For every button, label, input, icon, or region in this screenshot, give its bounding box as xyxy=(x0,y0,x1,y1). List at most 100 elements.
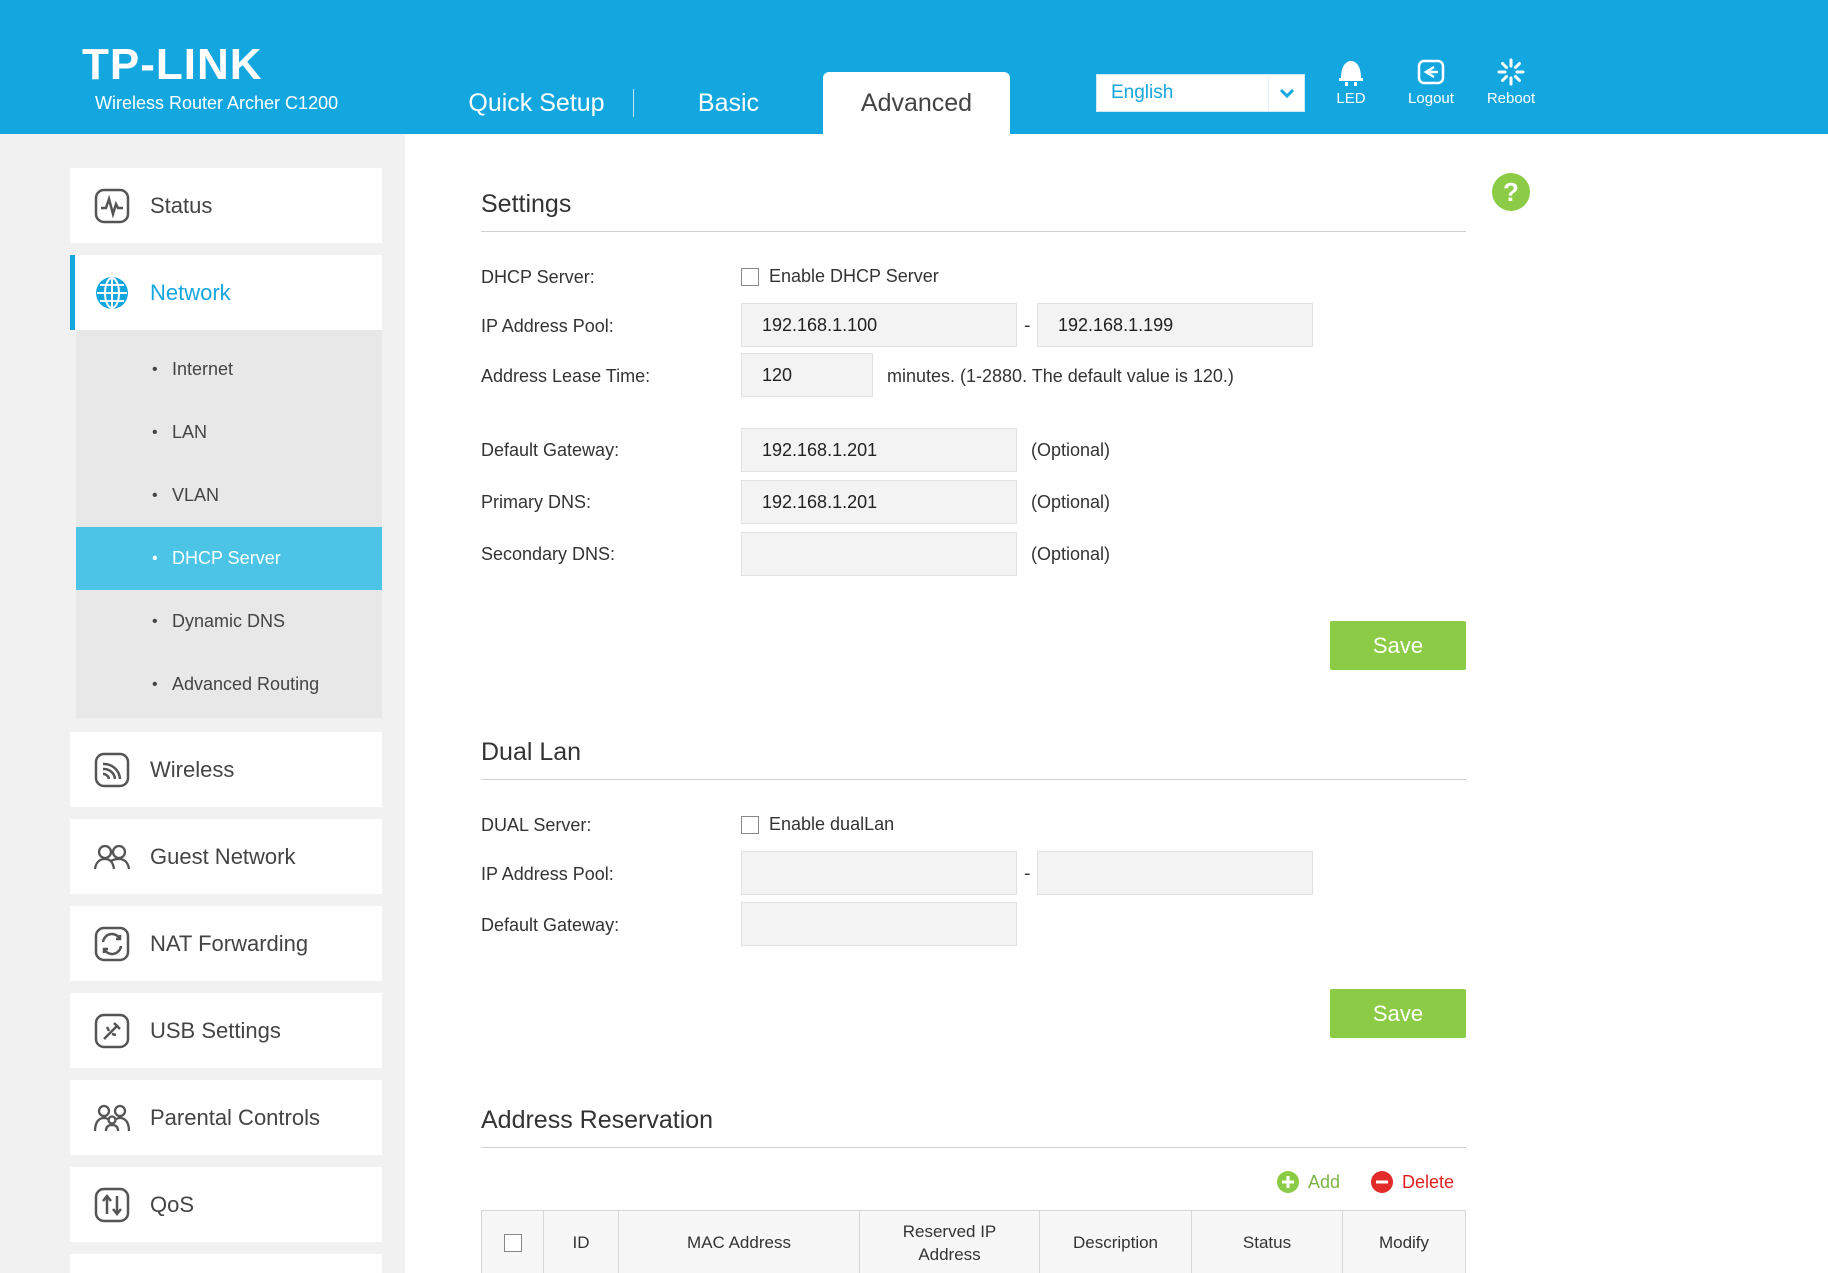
logout-label: Logout xyxy=(1408,90,1454,107)
dual-server-label: DUAL Server: xyxy=(481,815,592,835)
checkbox-box[interactable] xyxy=(741,815,759,834)
submenu-dhcp-server[interactable]: DHCP Server xyxy=(76,527,382,590)
add-label: Add xyxy=(1308,1171,1341,1192)
reboot-icon xyxy=(1497,58,1525,86)
sidebar-item-label: Wireless xyxy=(150,756,235,782)
dual-lan-save-button[interactable]: Save xyxy=(1330,989,1466,1038)
gateway-optional: (Optional) xyxy=(1031,440,1111,460)
submenu-lan[interactable]: LAN xyxy=(76,401,382,464)
sidebar-item-label: NAT Forwarding xyxy=(150,930,309,956)
top-nav: Quick Setup Basic Advanced xyxy=(440,72,1010,134)
column-status: Status xyxy=(1192,1211,1343,1273)
reboot-button[interactable]: Reboot xyxy=(1471,58,1551,107)
logout-icon xyxy=(1417,59,1445,85)
settings-divider xyxy=(481,231,1466,232)
led-label: LED xyxy=(1336,90,1366,107)
column-reserved-ip: Reserved IP Address xyxy=(860,1211,1040,1273)
dual-lan-divider xyxy=(481,779,1466,780)
column-id: ID xyxy=(544,1211,619,1273)
submenu-vlan[interactable]: VLAN xyxy=(76,464,382,527)
sidebar-item-nat-forwarding[interactable]: NAT Forwarding xyxy=(70,906,382,981)
column-description: Description xyxy=(1040,1211,1192,1273)
tab-basic[interactable]: Basic xyxy=(634,72,823,134)
submenu-label: Dynamic DNS xyxy=(172,611,286,631)
dual-gateway-label: Default Gateway: xyxy=(481,915,620,935)
sidebar-item-label: USB Settings xyxy=(150,1017,281,1043)
ip-pool-label: IP Address Pool: xyxy=(481,316,614,336)
submenu-label: LAN xyxy=(172,422,208,442)
delete-button[interactable]: Delete xyxy=(1370,1170,1454,1194)
settings-save-button[interactable]: Save xyxy=(1330,621,1466,670)
router-model: Wireless Router Archer C1200 xyxy=(95,93,339,113)
dual-ip-pool-end-input[interactable] xyxy=(1037,851,1313,895)
sidebar-item-label: Status xyxy=(150,192,213,218)
submenu-label: VLAN xyxy=(172,485,220,505)
sidebar-item-wireless[interactable]: Wireless xyxy=(70,732,382,807)
primary-dns-input[interactable]: 192.168.1.201 xyxy=(741,480,1017,524)
sidebar-item-label: Network xyxy=(150,279,231,305)
sidebar-item-status[interactable]: Status xyxy=(70,168,382,243)
default-gateway-label: Default Gateway: xyxy=(481,440,620,460)
usb-icon xyxy=(92,1011,132,1051)
enable-dhcp-label: Enable DHCP Server xyxy=(769,266,939,286)
lease-time-input[interactable]: 120 xyxy=(741,353,873,397)
reboot-label: Reboot xyxy=(1486,90,1536,107)
qos-icon xyxy=(92,1185,132,1225)
tab-quick-setup[interactable]: Quick Setup xyxy=(440,89,634,117)
guest-icon xyxy=(92,837,132,877)
enable-duallan-label: Enable dualLan xyxy=(769,814,895,834)
globe-icon xyxy=(92,273,132,313)
default-gateway-input[interactable]: 192.168.1.201 xyxy=(741,428,1017,472)
ip-pool-start-input[interactable]: 192.168.1.100 xyxy=(741,303,1017,347)
secondary-dns-label: Secondary DNS: xyxy=(481,544,616,564)
submenu-dynamic-dns[interactable]: Dynamic DNS xyxy=(76,590,382,653)
settings-title: Settings xyxy=(481,190,572,218)
add-button[interactable]: Add xyxy=(1276,1170,1340,1194)
sidebar-item-label: Guest Network xyxy=(150,843,296,869)
dual-gateway-input[interactable] xyxy=(741,902,1017,946)
add-icon xyxy=(1277,1171,1299,1193)
tp-link-logo: TP-LINK xyxy=(82,40,263,89)
select-all-cell[interactable] xyxy=(482,1211,544,1273)
sidebar-item-qos[interactable]: QoS xyxy=(70,1167,382,1242)
submenu-internet[interactable]: Internet xyxy=(76,338,382,401)
delete-icon xyxy=(1371,1171,1393,1193)
checkbox-box[interactable] xyxy=(741,267,759,286)
sidebar-item-more[interactable] xyxy=(70,1254,382,1273)
column-mac-address: MAC Address xyxy=(619,1211,860,1273)
lease-time-label: Address Lease Time: xyxy=(481,366,651,386)
submenu-label: Advanced Routing xyxy=(172,674,320,694)
primary-dns-label: Primary DNS: xyxy=(481,492,592,512)
help-icon[interactable]: ? xyxy=(1492,173,1530,211)
sidebar-item-guest-network[interactable]: Guest Network xyxy=(70,819,382,894)
enable-dhcp-checkbox[interactable]: Enable DHCP Server xyxy=(741,266,939,287)
ip-pool-end-input[interactable]: 192.168.1.199 xyxy=(1037,303,1313,347)
status-icon xyxy=(92,186,132,226)
dual-ip-pool-dash: - xyxy=(1024,863,1031,884)
ip-pool-dash: - xyxy=(1024,315,1031,336)
dual-ip-pool-start-input[interactable] xyxy=(741,851,1017,895)
language-selected: English xyxy=(1111,82,1174,103)
wireless-icon xyxy=(92,750,132,790)
enable-duallan-checkbox[interactable]: Enable dualLan xyxy=(741,814,894,835)
led-button[interactable]: LED xyxy=(1311,58,1391,107)
sidebar-item-usb-settings[interactable]: USB Settings xyxy=(70,993,382,1068)
language-select[interactable]: English xyxy=(1096,74,1305,112)
network-submenu: Internet LAN VLAN DHCP Server Dynamic DN… xyxy=(76,330,382,718)
select-all-checkbox[interactable] xyxy=(503,1233,522,1252)
delete-label: Delete xyxy=(1402,1171,1455,1192)
sidebar-item-network[interactable]: Network xyxy=(70,255,382,330)
secondary-dns-input[interactable] xyxy=(741,532,1017,576)
submenu-label: DHCP Server xyxy=(172,548,281,568)
logout-button[interactable]: Logout xyxy=(1391,58,1471,107)
led-icon xyxy=(1339,61,1363,86)
sidebar-item-parental-controls[interactable]: Parental Controls xyxy=(70,1080,382,1155)
column-modify: Modify xyxy=(1378,1233,1430,1252)
address-reservation-title: Address Reservation xyxy=(481,1106,714,1134)
dual-ip-pool-label: IP Address Pool: xyxy=(481,864,614,884)
chevron-down-icon xyxy=(1268,75,1304,111)
primary-dns-optional: (Optional) xyxy=(1031,492,1111,512)
tab-advanced[interactable]: Advanced xyxy=(823,72,1010,134)
reservation-divider xyxy=(481,1147,1466,1148)
submenu-advanced-routing[interactable]: Advanced Routing xyxy=(76,653,382,716)
